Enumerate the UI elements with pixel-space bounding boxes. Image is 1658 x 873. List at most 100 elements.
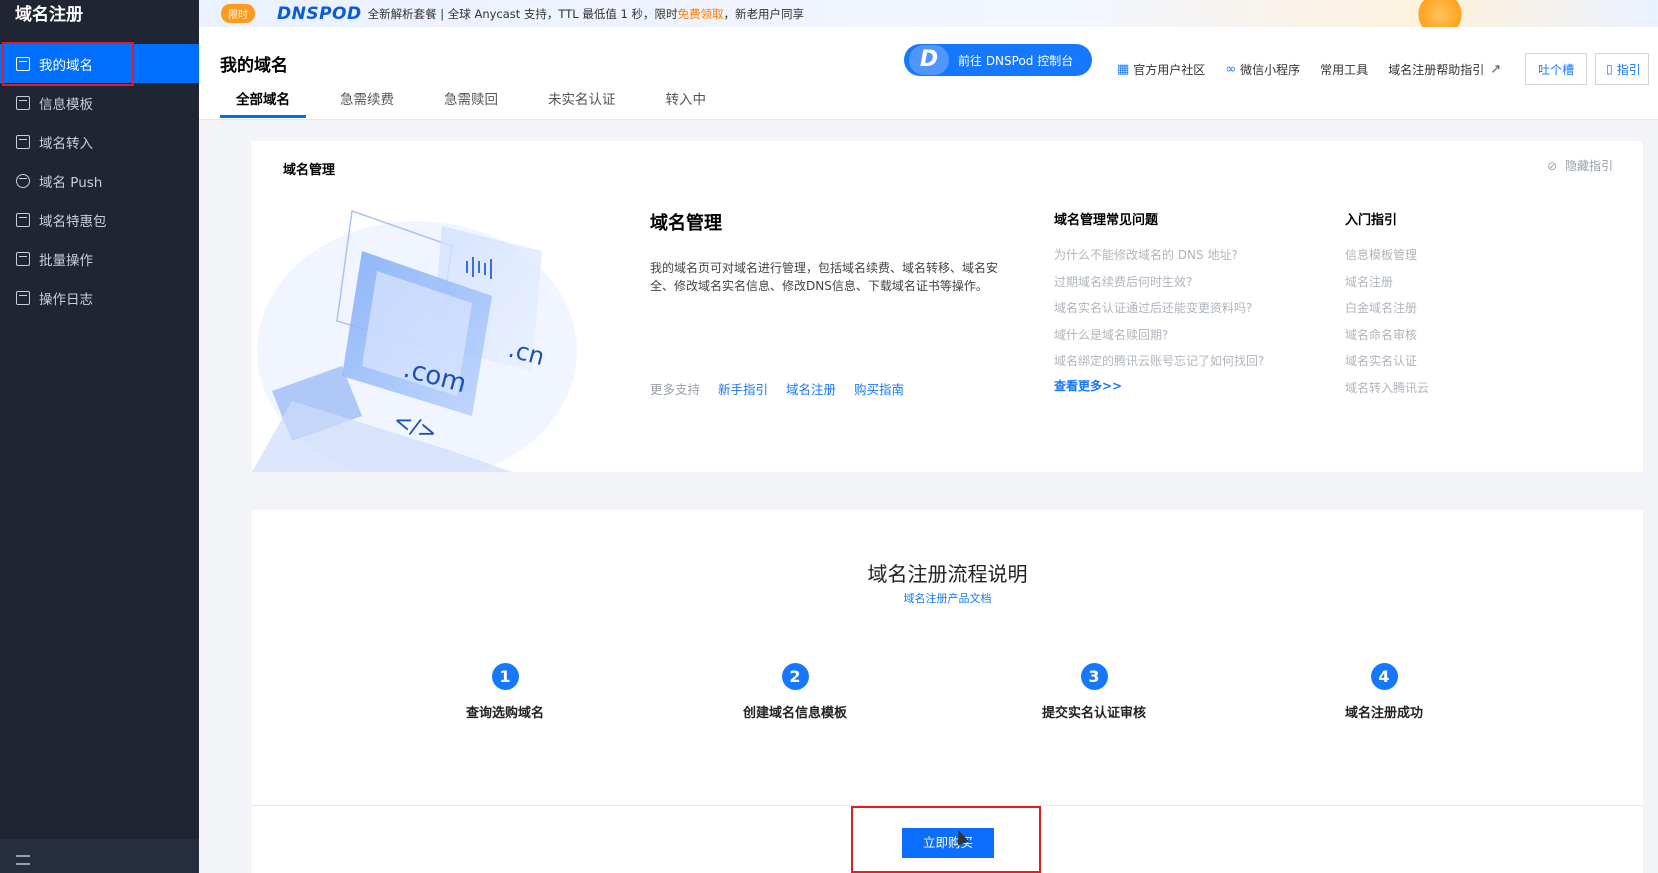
guide-item[interactable]: 域名实名认证 xyxy=(1345,348,1429,375)
sidebar-item-transfer[interactable]: 域名转入 xyxy=(0,122,199,161)
flow-step-3: 3 提交实名认证审核 xyxy=(994,663,1194,721)
miniprogram-link-label: 微信小程序 xyxy=(1240,62,1301,77)
tab-bar: 全部域名 急需续费 急需赎回 未实名认证 转入中 xyxy=(220,90,740,118)
sidebar-item-deals[interactable]: 域名特惠包 xyxy=(0,200,199,239)
sidebar-collapse-button[interactable] xyxy=(0,839,199,873)
sidebar-item-label: 域名特惠包 xyxy=(39,213,107,230)
step-label: 创建域名信息模板 xyxy=(742,706,847,721)
step-label: 查询选购域名 xyxy=(465,706,544,721)
dnspod-console-button[interactable]: D 前往 DNSPod 控制台 xyxy=(904,44,1092,76)
gift-icon xyxy=(16,212,30,227)
faq-item[interactable]: 为什么不能修改域名的 DNS 地址? xyxy=(1054,242,1264,269)
product-doc-link[interactable]: 域名注册产品文档 xyxy=(252,590,1643,606)
beginner-guide-link[interactable]: 新手指引 xyxy=(718,379,768,398)
step-number: 4 xyxy=(1370,663,1398,690)
faq-item[interactable]: 域名实名认证通过后还能变更资料吗? xyxy=(1054,295,1264,322)
sidebar-item-label: 批量操作 xyxy=(39,252,93,269)
flow-title: 域名注册流程说明 xyxy=(867,562,1028,586)
community-link[interactable]: ▦ 官方用户社区 xyxy=(1117,61,1205,78)
faq-item[interactable]: 域什么是域名赎回期? xyxy=(1054,322,1264,349)
sidebar-item-logs[interactable]: 操作日志 xyxy=(0,278,199,317)
more-support-label: 更多支持 xyxy=(650,382,701,397)
faq-item[interactable]: 域名绑定的腾讯云账号忘记了如何找回? xyxy=(1054,348,1264,375)
more-support: 更多支持 新手指引 域名注册 购买指南 xyxy=(650,379,922,398)
help-guide-link-label: 域名注册帮助指引 xyxy=(1388,62,1485,77)
purchase-guide-link[interactable]: 购买指南 xyxy=(854,379,904,398)
sidebar-item-templates[interactable]: 信息模板 xyxy=(0,83,199,122)
flow-step-2: 2 创建域名信息模板 xyxy=(695,663,895,721)
hide-guide-label: 隐藏指引 xyxy=(1564,159,1613,173)
sidebar-item-label: 我的域名 xyxy=(39,57,93,74)
buy-now-button[interactable]: 立即购买 xyxy=(902,828,994,858)
log-icon xyxy=(16,290,30,305)
hide-guide-link[interactable]: ⊘ 隐藏指引 xyxy=(1547,157,1613,174)
step-number: 3 xyxy=(1080,663,1108,690)
domain-register-link[interactable]: 域名注册 xyxy=(786,379,836,398)
guide-column: 入门指引 信息模板管理 域名注册 白金域名注册 域名命名审核 域名实名认证 域名… xyxy=(1345,209,1429,401)
push-icon xyxy=(16,173,30,188)
guide-item[interactable]: 白金域名注册 xyxy=(1345,295,1429,322)
sidebar-title: 域名注册 xyxy=(15,5,83,25)
faq-item[interactable]: 过期域名续费后何时生效? xyxy=(1054,269,1264,296)
banner-text-end: ，新老用户同享 xyxy=(723,6,804,21)
step-number: 1 xyxy=(491,663,519,690)
faq-column: 域名管理常见问题 为什么不能修改域名的 DNS 地址? 过期域名续费后何时生效?… xyxy=(1054,209,1264,394)
tab-redeem-urgent[interactable]: 急需赎回 xyxy=(428,90,514,118)
intro-title: 域名管理 xyxy=(650,213,722,234)
tab-unverified[interactable]: 未实名认证 xyxy=(532,90,632,118)
header-links: ▦ 官方用户社区 ∞ 微信小程序 常用工具 域名注册帮助指引 ↗ 吐个槽 ▯ 指… xyxy=(1117,53,1650,85)
banner-text: 全新解析套餐 | 全球 Anycast 支持，TTL 最低值 1 秒，限时 xyxy=(367,6,678,21)
guide-button-label: 指引 xyxy=(1616,62,1641,77)
tools-link[interactable]: 常用工具 xyxy=(1320,61,1368,78)
eye-off-icon: ⊘ xyxy=(1547,159,1558,173)
guide-item[interactable]: 域名命名审核 xyxy=(1345,322,1429,349)
collapse-icon xyxy=(16,855,30,865)
page-title: 我的域名 xyxy=(220,56,288,76)
sidebar-item-batch[interactable]: 批量操作 xyxy=(0,239,199,278)
grid-icon: ▦ xyxy=(1117,61,1130,77)
domain-illustration: .com .cn </> xyxy=(252,201,584,472)
guide-item[interactable]: 域名转入腾讯云 xyxy=(1345,375,1429,402)
guide-button[interactable]: ▯ 指引 xyxy=(1595,53,1650,85)
sidebar: 域名注册 我的域名 信息模板 域名转入 域名 Push 域名特惠包 批量操作 操… xyxy=(0,0,199,873)
banner-highlight: 免费领取 xyxy=(677,6,724,21)
help-guide-link[interactable]: 域名注册帮助指引 ↗ xyxy=(1388,61,1505,78)
guide-item[interactable]: 信息模板管理 xyxy=(1345,242,1429,269)
flow-step-4: 4 域名注册成功 xyxy=(1284,663,1484,721)
sidebar-item-my-domains[interactable]: 我的域名 xyxy=(0,44,199,83)
external-link-icon: ↗ xyxy=(1490,61,1502,77)
guide-title: 入门指引 xyxy=(1345,213,1398,228)
page-header: 我的域名 全部域名 急需续费 急需赎回 未实名认证 转入中 D 前往 DNSPo… xyxy=(199,27,1658,120)
faq-more-link[interactable]: 查看更多>> xyxy=(1054,377,1264,394)
faq-title: 域名管理常见问题 xyxy=(1054,213,1159,228)
domain-management-card: 域名管理 ⊘ 隐藏指引 .com .cn </> 域名管理 我的域名页可对域名进… xyxy=(252,141,1643,472)
miniprogram-link[interactable]: ∞ 微信小程序 xyxy=(1225,61,1300,78)
sidebar-item-label: 操作日志 xyxy=(39,291,93,308)
tab-renew-urgent[interactable]: 急需续费 xyxy=(324,90,410,118)
limited-badge: 限时 xyxy=(221,4,255,23)
community-link-label: 官方用户社区 xyxy=(1133,62,1206,77)
intro-text: 我的域名页可对域名进行管理，包括域名续费、域名转移、域名安全、修改域名实名信息、… xyxy=(650,261,999,293)
dnspod-d-icon: D xyxy=(909,45,949,75)
transfer-icon xyxy=(16,134,30,149)
card-title: 域名管理 xyxy=(283,163,336,178)
domain-icon xyxy=(16,56,30,71)
step-number: 2 xyxy=(781,663,809,690)
template-icon xyxy=(16,95,30,110)
step-label: 提交实名认证审核 xyxy=(1041,706,1146,721)
guide-item[interactable]: 域名注册 xyxy=(1345,269,1429,296)
registration-flow-card: 域名注册流程说明 域名注册产品文档 1 查询选购域名 2 创建域名信息模板 3 … xyxy=(252,510,1643,873)
tools-link-label: 常用工具 xyxy=(1320,62,1369,77)
promo-banner[interactable]: 限时 DNSPOD 全新解析套餐 | 全球 Anycast 支持，TTL 最低值… xyxy=(199,0,1658,36)
tab-all-domains[interactable]: 全部域名 xyxy=(220,90,306,118)
dnspod-logo: DNSPOD xyxy=(277,3,362,24)
flow-step-1: 1 查询选购域名 xyxy=(405,663,605,721)
tab-transferring[interactable]: 转入中 xyxy=(650,90,723,118)
sidebar-item-label: 信息模板 xyxy=(39,96,93,113)
batch-icon xyxy=(16,251,30,266)
sidebar-item-label: 域名 Push xyxy=(39,174,103,191)
feedback-button[interactable]: 吐个槽 xyxy=(1525,53,1588,85)
sidebar-item-push[interactable]: 域名 Push xyxy=(0,161,199,200)
book-icon: ▯ xyxy=(1606,62,1613,76)
sidebar-item-label: 域名转入 xyxy=(39,135,93,152)
